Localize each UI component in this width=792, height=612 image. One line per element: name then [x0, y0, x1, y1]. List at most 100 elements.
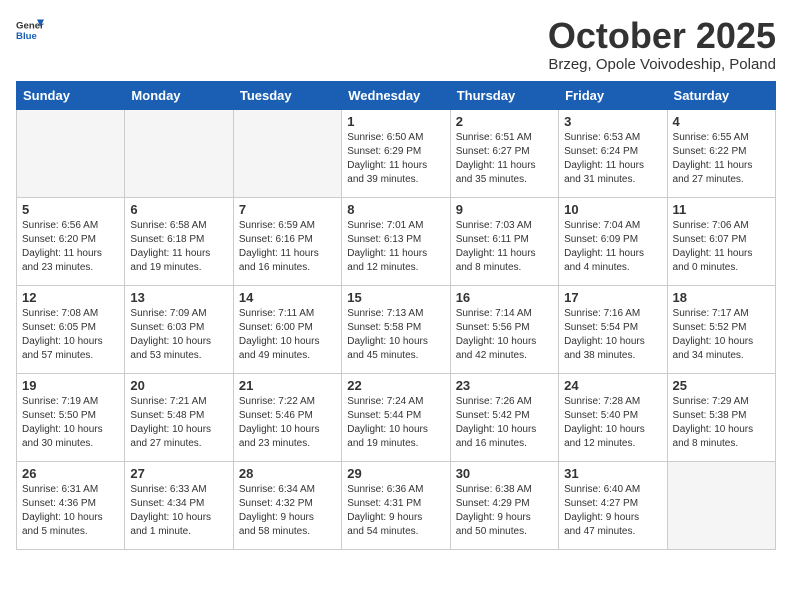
- day-number: 8: [347, 202, 444, 217]
- title-block: October 2025 Brzeg, Opole Voivodeship, P…: [548, 16, 776, 73]
- day-number: 26: [22, 466, 119, 481]
- svg-text:Blue: Blue: [16, 31, 37, 42]
- calendar-cell: 8 Sunrise: 7:01 AM Sunset: 6:13 PM Daylig…: [342, 197, 450, 285]
- calendar-cell: 24Sunrise: 7:28 AM Sunset: 5:40 PM Dayli…: [559, 373, 667, 461]
- calendar-cell: 13 Sunrise: 7:09 AM Sunset: 6:03 PM Dayli…: [125, 285, 233, 373]
- calendar-cell: 21Sunrise: 7:22 AM Sunset: 5:46 PM Dayli…: [233, 373, 341, 461]
- weekday-header-row: SundayMondayTuesdayWednesdayThursdayFrid…: [17, 81, 776, 109]
- calendar-cell: 29 Sunrise: 6:36 AM Sunset: 4:31 PM Dayli…: [342, 461, 450, 549]
- calendar-cell: 4Sunrise: 6:55 AM Sunset: 6:22 PM Daylig…: [667, 109, 775, 197]
- day-number: 27: [130, 466, 227, 481]
- day-info: Sunrise: 6:56 AM Sunset: 6:20 PM Dayligh…: [22, 219, 119, 275]
- calendar-cell: 10 Sunrise: 7:04 AM Sunset: 6:09 PM Dayli…: [559, 197, 667, 285]
- calendar-cell: 20 Sunrise: 7:21 AM Sunset: 5:48 PM Dayli…: [125, 373, 233, 461]
- day-number: 22: [347, 378, 444, 393]
- weekday-header: Wednesday: [342, 81, 450, 109]
- calendar-cell: 11Sunrise: 7:06 AM Sunset: 6:07 PM Dayli…: [667, 197, 775, 285]
- logo: General Blue: [16, 16, 44, 44]
- calendar-cell: 16Sunrise: 7:14 AM Sunset: 5:56 PM Dayli…: [450, 285, 558, 373]
- day-info: Sunrise: 6:50 AM Sunset: 6:29 PM Dayligh…: [347, 131, 444, 187]
- calendar-cell: 27 Sunrise: 6:33 AM Sunset: 4:34 PM Dayli…: [125, 461, 233, 549]
- week-row: 19 Sunrise: 7:19 AM Sunset: 5:50 PM Dayli…: [17, 373, 776, 461]
- weekday-header: Saturday: [667, 81, 775, 109]
- calendar-cell: 1Sunrise: 6:50 AM Sunset: 6:29 PM Daylig…: [342, 109, 450, 197]
- weekday-header: Sunday: [17, 81, 125, 109]
- page-header: General Blue October 2025 Brzeg, Opole V…: [16, 16, 776, 73]
- day-number: 25: [673, 378, 770, 393]
- day-number: 13: [130, 290, 227, 305]
- day-number: 16: [456, 290, 553, 305]
- day-info: Sunrise: 7:16 AM Sunset: 5:54 PM Dayligh…: [564, 307, 661, 363]
- day-info: Sunrise: 7:04 AM Sunset: 6:09 PM Dayligh…: [564, 219, 661, 275]
- week-row: 12 Sunrise: 7:08 AM Sunset: 6:05 PM Dayli…: [17, 285, 776, 373]
- day-info: Sunrise: 6:40 AM Sunset: 4:27 PM Dayligh…: [564, 483, 661, 539]
- day-number: 10: [564, 202, 661, 217]
- calendar-cell: 25 Sunrise: 7:29 AM Sunset: 5:38 PM Dayli…: [667, 373, 775, 461]
- day-number: 20: [130, 378, 227, 393]
- weekday-header: Thursday: [450, 81, 558, 109]
- calendar-cell: 31 Sunrise: 6:40 AM Sunset: 4:27 PM Dayli…: [559, 461, 667, 549]
- day-info: Sunrise: 6:55 AM Sunset: 6:22 PM Dayligh…: [673, 131, 770, 187]
- calendar-cell: 2 Sunrise: 6:51 AM Sunset: 6:27 PM Daylig…: [450, 109, 558, 197]
- day-info: Sunrise: 7:29 AM Sunset: 5:38 PM Dayligh…: [673, 395, 770, 451]
- calendar-cell: 19 Sunrise: 7:19 AM Sunset: 5:50 PM Dayli…: [17, 373, 125, 461]
- location: Brzeg, Opole Voivodeship, Poland: [548, 56, 776, 73]
- logo-icon: General Blue: [16, 16, 44, 44]
- calendar-cell: 12 Sunrise: 7:08 AM Sunset: 6:05 PM Dayli…: [17, 285, 125, 373]
- day-info: Sunrise: 6:58 AM Sunset: 6:18 PM Dayligh…: [130, 219, 227, 275]
- week-row: 5 Sunrise: 6:56 AM Sunset: 6:20 PM Daylig…: [17, 197, 776, 285]
- day-info: Sunrise: 7:09 AM Sunset: 6:03 PM Dayligh…: [130, 307, 227, 363]
- day-info: Sunrise: 6:53 AM Sunset: 6:24 PM Dayligh…: [564, 131, 661, 187]
- day-info: Sunrise: 7:26 AM Sunset: 5:42 PM Dayligh…: [456, 395, 553, 451]
- day-number: 14: [239, 290, 336, 305]
- day-number: 21: [239, 378, 336, 393]
- calendar-cell: 17 Sunrise: 7:16 AM Sunset: 5:54 PM Dayli…: [559, 285, 667, 373]
- day-number: 19: [22, 378, 119, 393]
- day-info: Sunrise: 7:08 AM Sunset: 6:05 PM Dayligh…: [22, 307, 119, 363]
- calendar-cell: 15Sunrise: 7:13 AM Sunset: 5:58 PM Dayli…: [342, 285, 450, 373]
- week-row: 1Sunrise: 6:50 AM Sunset: 6:29 PM Daylig…: [17, 109, 776, 197]
- calendar-cell: 30 Sunrise: 6:38 AM Sunset: 4:29 PM Dayli…: [450, 461, 558, 549]
- weekday-header: Monday: [125, 81, 233, 109]
- calendar-cell: 26 Sunrise: 6:31 AM Sunset: 4:36 PM Dayli…: [17, 461, 125, 549]
- day-number: 3: [564, 114, 661, 129]
- day-info: Sunrise: 6:38 AM Sunset: 4:29 PM Dayligh…: [456, 483, 553, 539]
- day-number: 30: [456, 466, 553, 481]
- weekday-header: Tuesday: [233, 81, 341, 109]
- day-number: 11: [673, 202, 770, 217]
- calendar-cell: 7Sunrise: 6:59 AM Sunset: 6:16 PM Daylig…: [233, 197, 341, 285]
- day-info: Sunrise: 7:21 AM Sunset: 5:48 PM Dayligh…: [130, 395, 227, 451]
- calendar-cell: 22 Sunrise: 7:24 AM Sunset: 5:44 PM Dayli…: [342, 373, 450, 461]
- calendar-cell: 9Sunrise: 7:03 AM Sunset: 6:11 PM Daylig…: [450, 197, 558, 285]
- calendar-cell: [233, 109, 341, 197]
- day-number: 2: [456, 114, 553, 129]
- calendar-cell: 3 Sunrise: 6:53 AM Sunset: 6:24 PM Daylig…: [559, 109, 667, 197]
- calendar-cell: 6 Sunrise: 6:58 AM Sunset: 6:18 PM Daylig…: [125, 197, 233, 285]
- day-number: 6: [130, 202, 227, 217]
- day-info: Sunrise: 6:31 AM Sunset: 4:36 PM Dayligh…: [22, 483, 119, 539]
- day-info: Sunrise: 7:19 AM Sunset: 5:50 PM Dayligh…: [22, 395, 119, 451]
- day-info: Sunrise: 7:24 AM Sunset: 5:44 PM Dayligh…: [347, 395, 444, 451]
- day-number: 17: [564, 290, 661, 305]
- day-info: Sunrise: 6:34 AM Sunset: 4:32 PM Dayligh…: [239, 483, 336, 539]
- day-number: 12: [22, 290, 119, 305]
- calendar-cell: 23Sunrise: 7:26 AM Sunset: 5:42 PM Dayli…: [450, 373, 558, 461]
- calendar-cell: 5 Sunrise: 6:56 AM Sunset: 6:20 PM Daylig…: [17, 197, 125, 285]
- day-info: Sunrise: 7:01 AM Sunset: 6:13 PM Dayligh…: [347, 219, 444, 275]
- day-info: Sunrise: 7:17 AM Sunset: 5:52 PM Dayligh…: [673, 307, 770, 363]
- day-number: 31: [564, 466, 661, 481]
- calendar-cell: [17, 109, 125, 197]
- day-number: 18: [673, 290, 770, 305]
- day-info: Sunrise: 6:33 AM Sunset: 4:34 PM Dayligh…: [130, 483, 227, 539]
- day-info: Sunrise: 7:13 AM Sunset: 5:58 PM Dayligh…: [347, 307, 444, 363]
- weekday-header: Friday: [559, 81, 667, 109]
- day-number: 5: [22, 202, 119, 217]
- calendar-cell: 18 Sunrise: 7:17 AM Sunset: 5:52 PM Dayli…: [667, 285, 775, 373]
- day-info: Sunrise: 6:36 AM Sunset: 4:31 PM Dayligh…: [347, 483, 444, 539]
- day-number: 7: [239, 202, 336, 217]
- day-info: Sunrise: 6:51 AM Sunset: 6:27 PM Dayligh…: [456, 131, 553, 187]
- day-number: 28: [239, 466, 336, 481]
- calendar-table: SundayMondayTuesdayWednesdayThursdayFrid…: [16, 81, 776, 550]
- day-number: 29: [347, 466, 444, 481]
- week-row: 26 Sunrise: 6:31 AM Sunset: 4:36 PM Dayli…: [17, 461, 776, 549]
